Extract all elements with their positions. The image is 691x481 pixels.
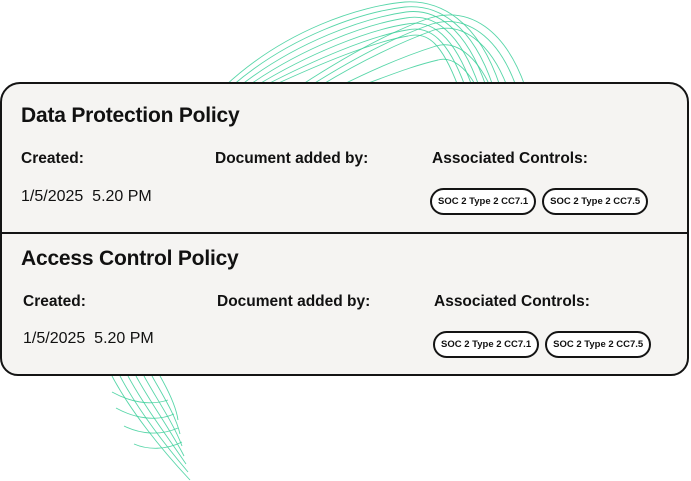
policy-card-stack: Data Protection Policy Created: Document… [0,82,689,376]
mesh-strands-top [224,1,526,87]
control-tags: SOC 2 Type 2 CC7.1 SOC 2 Type 2 CC7.5 [430,188,649,215]
created-value: 1/5/2025 5.20 PM [21,188,152,205]
control-tag-cc7-5[interactable]: SOC 2 Type 2 CC7.5 [545,331,652,358]
created-label: Created: [21,150,84,167]
policy-title: Data Protection Policy [21,104,240,127]
control-tags: SOC 2 Type 2 CC7.1 SOC 2 Type 2 CC7.5 [433,331,652,358]
created-label: Created: [23,293,86,310]
associated-controls-label: Associated Controls: [432,150,588,167]
policy-title: Access Control Policy [21,247,239,270]
associated-controls-label: Associated Controls: [434,293,590,310]
control-tag-cc7-1[interactable]: SOC 2 Type 2 CC7.1 [433,331,540,358]
control-tag-cc7-5[interactable]: SOC 2 Type 2 CC7.5 [542,188,649,215]
mesh-strands-bottom [111,375,191,481]
document-added-by-label: Document added by: [215,150,369,167]
created-value: 1/5/2025 5.20 PM [23,330,154,347]
control-tag-cc7-1[interactable]: SOC 2 Type 2 CC7.1 [430,188,537,215]
policy-card-access-control[interactable]: Access Control Policy Created: Document … [0,232,689,376]
document-added-by-label: Document added by: [217,293,371,310]
policy-card-data-protection[interactable]: Data Protection Policy Created: Document… [0,82,689,235]
